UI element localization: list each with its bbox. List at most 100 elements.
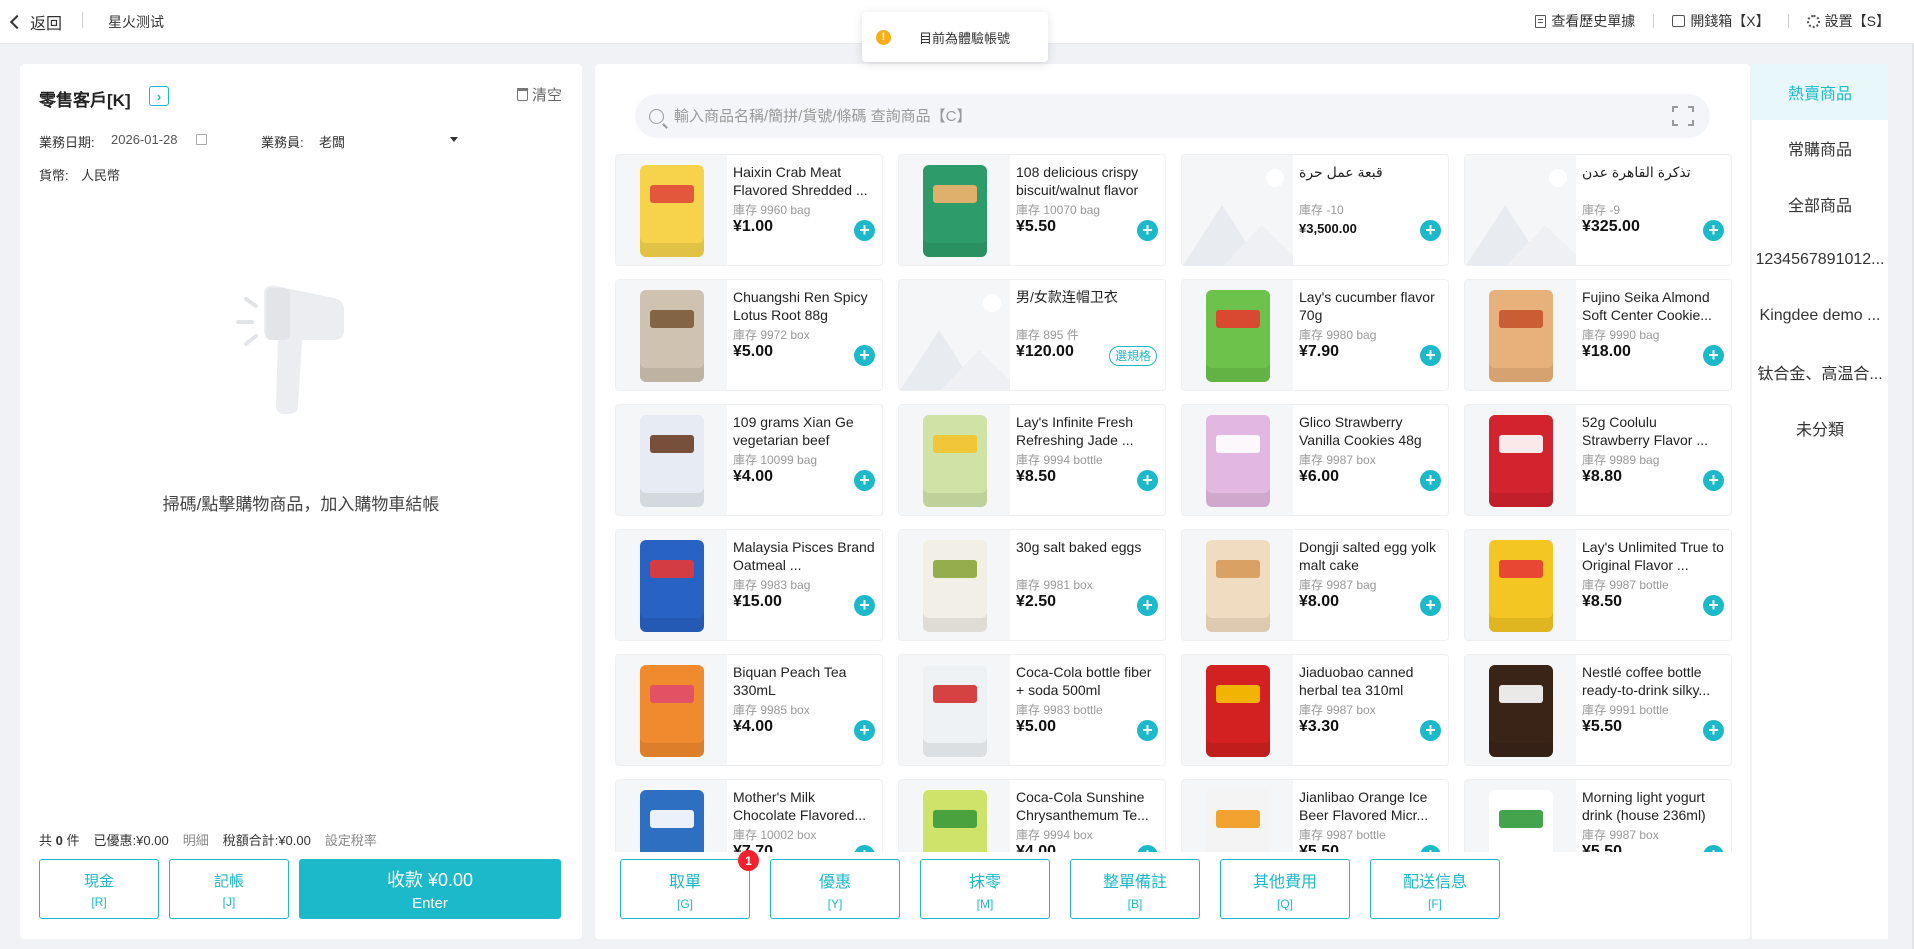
scan-icon[interactable] xyxy=(1672,106,1694,126)
chevron-down-icon[interactable] xyxy=(450,137,458,142)
clear-cart-button[interactable]: 清空 xyxy=(516,84,562,105)
checkout-button[interactable]: 收款 ¥0.00 Enter xyxy=(299,859,561,919)
on-account-button[interactable]: 記帳 [J] xyxy=(169,859,289,919)
product-card[interactable]: Coca-Cola bottle fiber + soda 500ml 庫存 99… xyxy=(898,654,1166,766)
history-orders-link[interactable]: 查看歷史單據 xyxy=(1535,11,1635,31)
calendar-icon[interactable] xyxy=(196,134,207,145)
action-button[interactable]: 抹零 [M] xyxy=(920,859,1050,919)
plus-icon: + xyxy=(1708,845,1719,852)
plus-icon: + xyxy=(859,720,870,740)
product-card[interactable]: Nestlé coffee bottle ready-to-drink silk… xyxy=(1464,654,1732,766)
add-to-cart-button[interactable]: + xyxy=(1137,595,1158,616)
add-to-cart-button[interactable]: + xyxy=(854,845,875,852)
action-button[interactable]: 整單備註 [B] xyxy=(1070,859,1200,919)
add-to-cart-button[interactable]: + xyxy=(1420,845,1441,852)
add-to-cart-button[interactable]: + xyxy=(1703,595,1724,616)
customer-name[interactable]: 零售客戶[K] xyxy=(39,86,131,111)
action-button[interactable]: 取單 [G] 1 xyxy=(620,850,759,919)
customer-select-button[interactable]: › xyxy=(149,86,169,106)
product-card[interactable]: 109 grams Xian Ge vegetarian beef 庫存 1009… xyxy=(615,404,883,516)
add-to-cart-button[interactable]: + xyxy=(1137,845,1158,852)
add-to-cart-button[interactable]: + xyxy=(1137,470,1158,491)
product-card[interactable]: Biquan Peach Tea 330mL 庫存 9985 box ¥4.00 + xyxy=(615,654,883,766)
product-card[interactable]: Glico Strawberry Vanilla Cookies 48g 庫存 9… xyxy=(1181,404,1449,516)
product-card[interactable]: قبعة عمل حرة 庫存 -10 ¥3,500.00 + xyxy=(1181,154,1449,266)
add-to-cart-button[interactable]: + xyxy=(1137,720,1158,741)
product-card[interactable]: Coca-Cola Sunshine Chrysanthemum Te... 庫存… xyxy=(898,779,1166,852)
category-item[interactable]: 全部商品 xyxy=(1752,176,1888,232)
add-to-cart-button[interactable]: + xyxy=(1420,720,1441,741)
search-input[interactable] xyxy=(674,107,1654,125)
product-stock: 庫存 9985 box xyxy=(733,703,810,717)
business-date-value[interactable]: 2026-01-28 xyxy=(111,132,178,147)
checkout-shortcut: Enter xyxy=(412,895,448,912)
product-search[interactable] xyxy=(635,94,1710,138)
product-card[interactable]: Morning light yogurt drink (house 236ml)… xyxy=(1464,779,1732,852)
product-name: Lay's cucumber flavor 70g xyxy=(1299,289,1435,323)
category-item[interactable]: 熱賣商品 xyxy=(1752,64,1888,120)
product-name: Jianlibao Orange Ice Beer Flavored Micr.… xyxy=(1299,789,1429,823)
category-item[interactable]: 常購商品 xyxy=(1752,120,1888,176)
add-to-cart-button[interactable]: + xyxy=(1420,345,1441,366)
product-card[interactable]: 30g salt baked eggs 庫存 9981 box ¥2.50 + xyxy=(898,529,1166,641)
add-to-cart-button[interactable]: + xyxy=(1703,470,1724,491)
item-count: 共 0 件 xyxy=(39,830,80,849)
product-card[interactable]: Jianlibao Orange Ice Beer Flavored Micr.… xyxy=(1181,779,1449,852)
product-card[interactable]: Lay's cucumber flavor 70g 庫存 9980 bag ¥7.9… xyxy=(1181,279,1449,391)
cart-panel: 零售客戶[K] › 清空 業務日期: 2026-01-28 業務員: 老闆 貨幣… xyxy=(20,64,582,939)
add-to-cart-button[interactable]: + xyxy=(1137,220,1158,241)
select-spec-button[interactable]: 選規格 xyxy=(1109,346,1158,366)
category-item[interactable]: 1234567891012... xyxy=(1752,232,1888,288)
action-button[interactable]: 配送信息 [F] xyxy=(1370,859,1500,919)
add-to-cart-button[interactable]: + xyxy=(1703,720,1724,741)
back-button[interactable]: 返回 xyxy=(9,10,62,34)
set-tax-rate-link[interactable]: 設定稅率 xyxy=(325,830,377,849)
currency-label: 貨幣: xyxy=(39,168,69,183)
add-to-cart-button[interactable]: + xyxy=(1703,220,1724,241)
add-to-cart-button[interactable]: + xyxy=(854,345,875,366)
product-price: ¥120.00 xyxy=(1016,343,1074,360)
category-item[interactable]: 钛合金、高温合... xyxy=(1752,344,1888,400)
detail-link[interactable]: 明細 xyxy=(183,830,209,849)
placeholder-image-icon xyxy=(1465,155,1576,265)
product-card[interactable]: Malaysia Pisces Brand Oatmeal ... 庫存 9983… xyxy=(615,529,883,641)
add-to-cart-button[interactable]: + xyxy=(1420,470,1441,491)
settings-link[interactable]: 設置【S】 xyxy=(1806,11,1890,31)
on-account-label: 記帳 xyxy=(213,872,244,890)
product-card[interactable]: Chuangshi Ren Spicy Lotus Root 88g 庫存 997… xyxy=(615,279,883,391)
product-card[interactable]: تذكرة القاهرة عدن 庫存 -9 ¥325.00 + xyxy=(1464,154,1732,266)
add-to-cart-button[interactable]: + xyxy=(854,595,875,616)
product-card[interactable]: Dongji salted egg yolk malt cake 庫存 9987 … xyxy=(1181,529,1449,641)
open-cash-drawer-link[interactable]: 開錢箱【X】 xyxy=(1672,11,1770,31)
product-card[interactable]: 52g Coolulu Strawberry Flavor ... 庫存 9989… xyxy=(1464,404,1732,516)
category-item[interactable]: Kingdee demo ... xyxy=(1752,288,1888,344)
product-card[interactable]: Lay's Unlimited True to Original Flavor … xyxy=(1464,529,1732,641)
product-card[interactable]: Haixin Crab Meat Flavored Shredded ... 庫存… xyxy=(615,154,883,266)
add-to-cart-button[interactable]: + xyxy=(1703,345,1724,366)
divider xyxy=(1653,14,1655,28)
salesperson-select[interactable]: 老闆 xyxy=(319,132,345,151)
action-shortcut: [Y] xyxy=(827,896,843,911)
product-image xyxy=(1182,780,1293,852)
product-card[interactable]: Mother's Milk Chocolate Flavored... 庫存 10… xyxy=(615,779,883,852)
add-to-cart-button[interactable]: + xyxy=(854,220,875,241)
add-to-cart-button[interactable]: + xyxy=(1420,595,1441,616)
placeholder-image-icon xyxy=(899,280,1010,390)
product-stock: 庫存 9980 bag xyxy=(1299,328,1377,342)
action-button[interactable]: 優惠 [Y] xyxy=(770,859,900,919)
add-to-cart-button[interactable]: + xyxy=(854,470,875,491)
add-to-cart-button[interactable]: + xyxy=(1703,845,1724,852)
cash-button[interactable]: 現金 [R] xyxy=(39,859,159,919)
add-to-cart-button[interactable]: + xyxy=(854,720,875,741)
product-stock: 庫存 9972 box xyxy=(733,328,810,342)
product-card[interactable]: Lay's Infinite Fresh Refreshing Jade ...… xyxy=(898,404,1166,516)
product-card[interactable]: Jiaduobao canned herbal tea 310ml 庫存 9987… xyxy=(1181,654,1449,766)
toast-text: 目前為體驗帳號 xyxy=(919,30,1011,46)
category-item[interactable]: 未分類 xyxy=(1752,400,1888,456)
action-button[interactable]: 其他費用 [Q] xyxy=(1220,859,1350,919)
product-card[interactable]: Fujino Seika Almond Soft Center Cookie..… xyxy=(1464,279,1732,391)
product-card[interactable]: 男/女款连帽卫衣 庫存 895 件 ¥120.00 選規格 xyxy=(898,279,1166,391)
action-label: 優惠 xyxy=(818,873,851,891)
product-card[interactable]: 108 delicious crispy biscuit/walnut flav… xyxy=(898,154,1166,266)
add-to-cart-button[interactable]: + xyxy=(1420,220,1441,241)
